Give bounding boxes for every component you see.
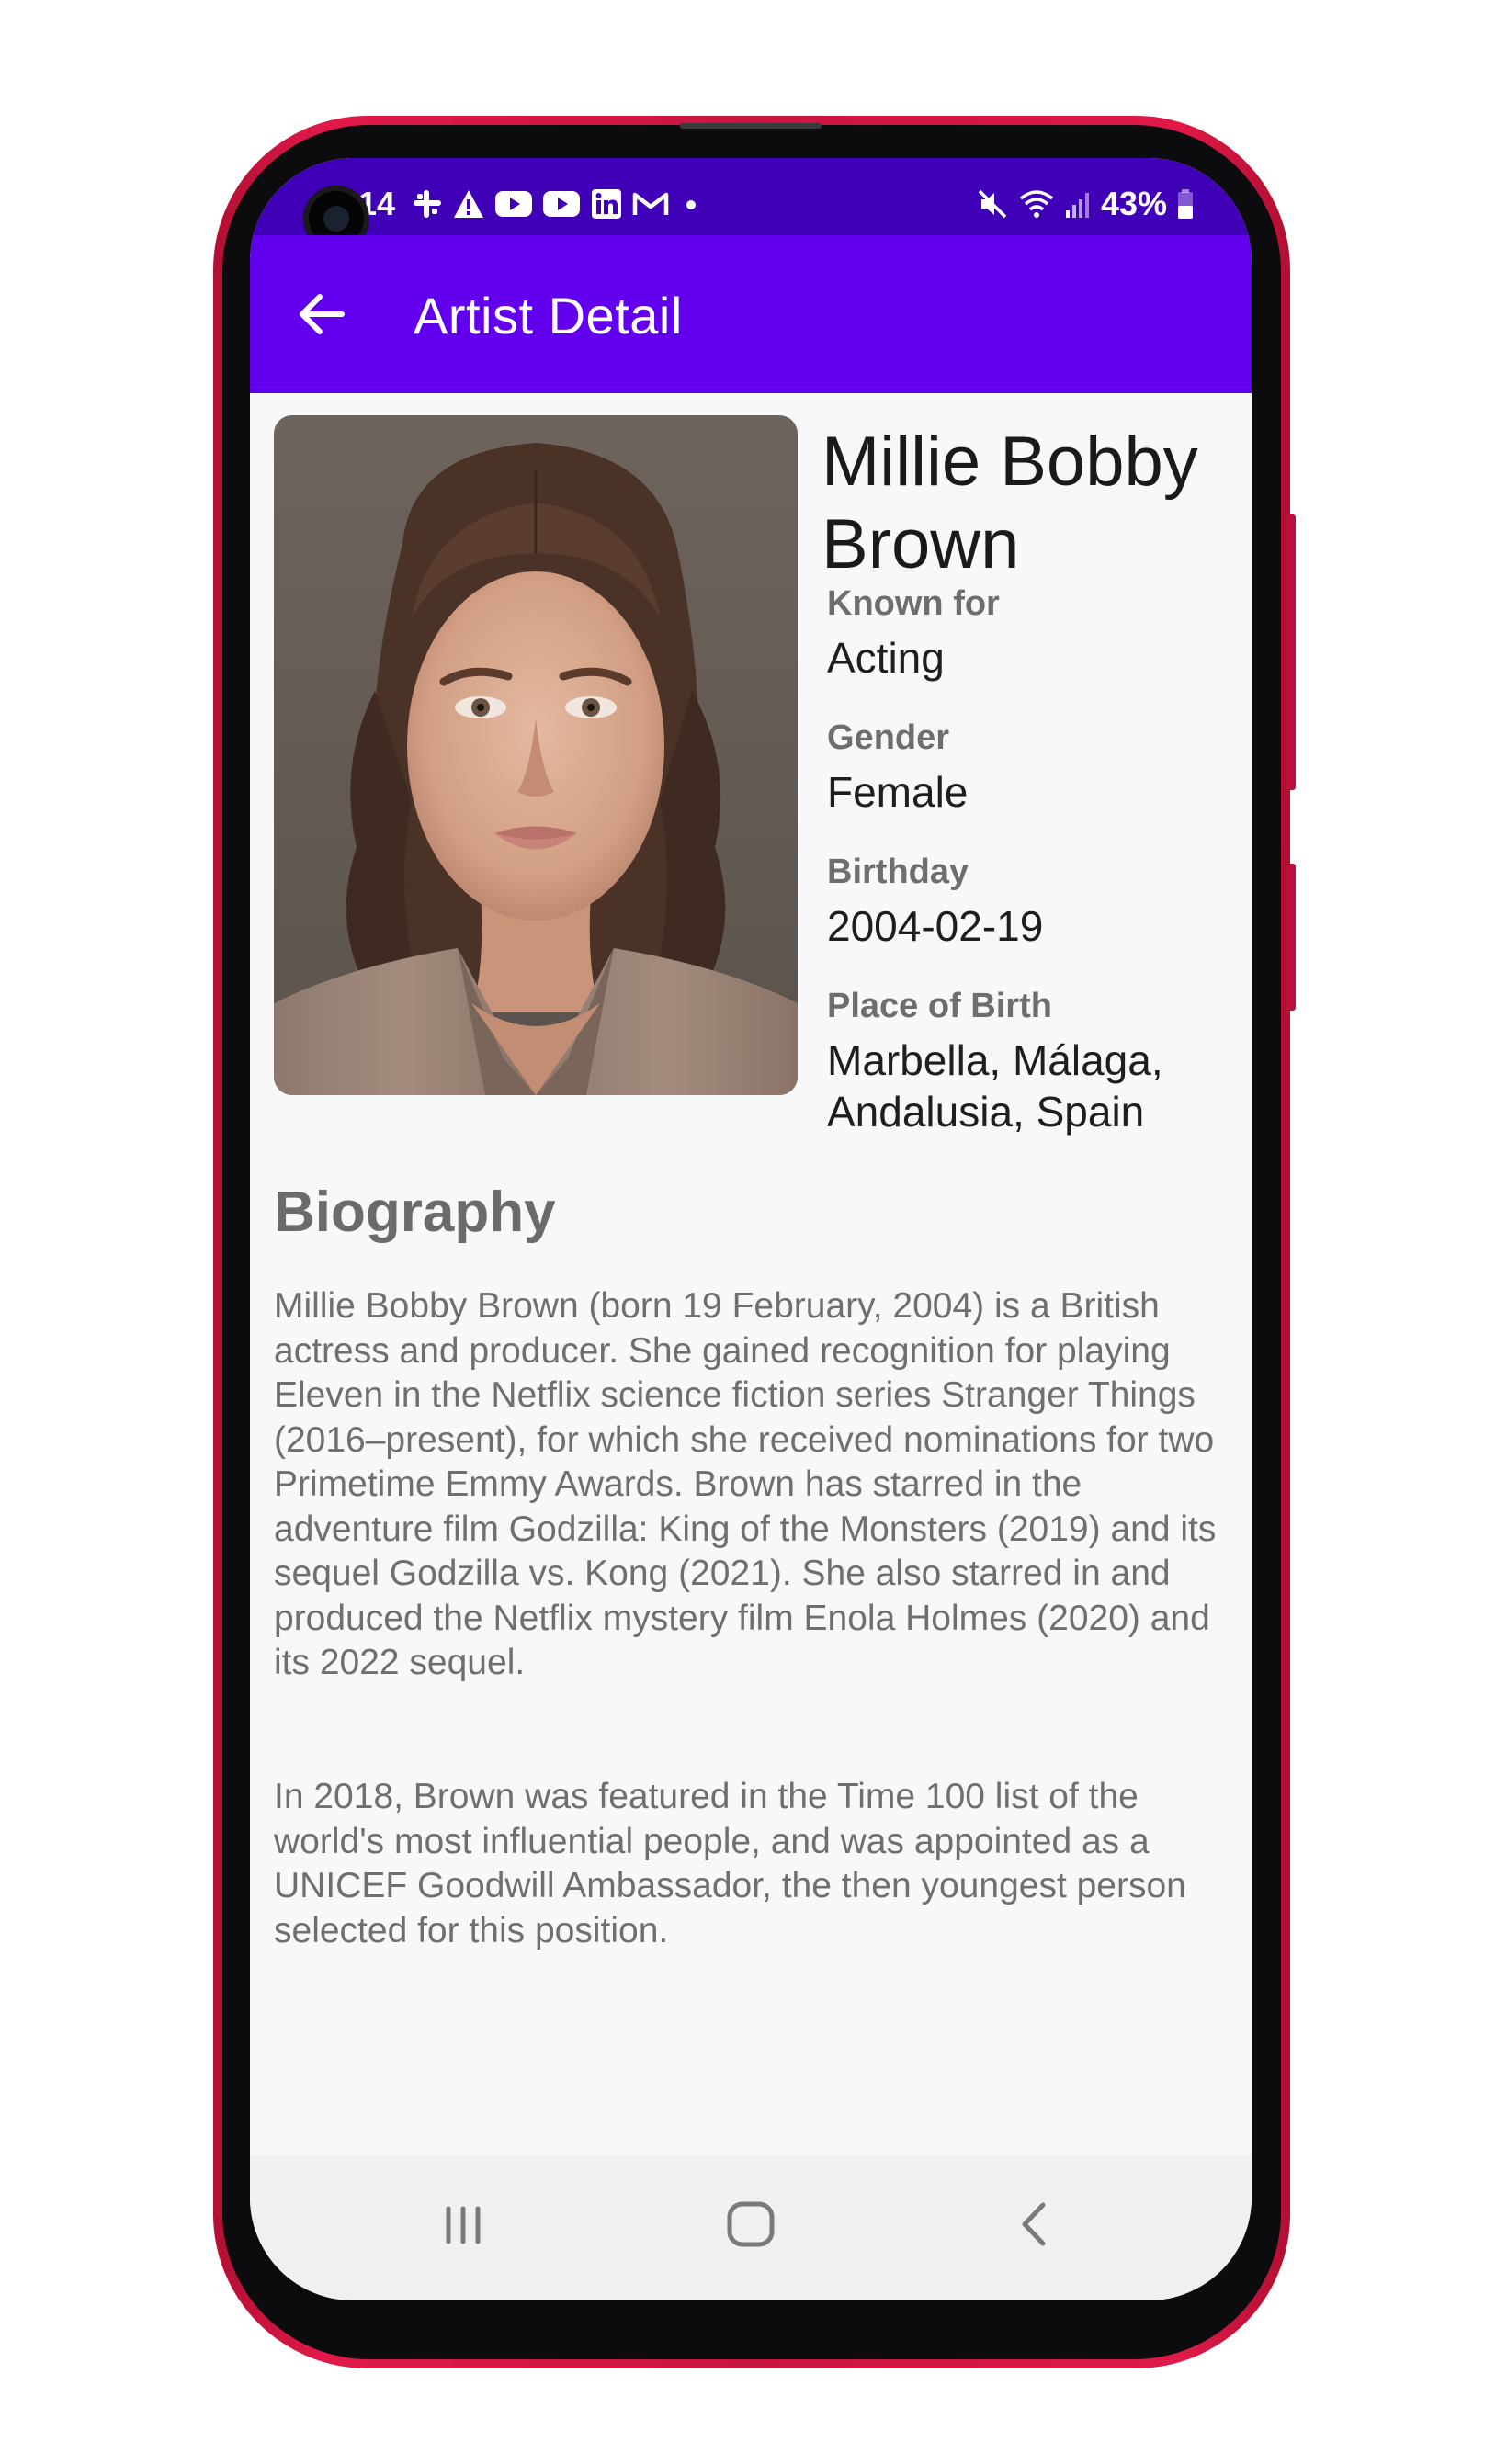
signal-icon bbox=[1065, 193, 1089, 218]
linkedin-icon bbox=[592, 189, 621, 219]
artist-name: Millie Bobby Brown bbox=[822, 423, 1198, 583]
portrait-image bbox=[274, 415, 798, 1095]
app-bar: Artist Detail bbox=[250, 235, 1252, 393]
home-icon[interactable] bbox=[714, 2192, 788, 2256]
earpiece bbox=[680, 123, 822, 129]
status-bar: 14 43% bbox=[250, 158, 1252, 252]
artist-photo bbox=[274, 415, 798, 1095]
youtube-icon bbox=[543, 191, 580, 217]
arrow-left-icon[interactable] bbox=[294, 287, 349, 342]
youtube-icon bbox=[495, 191, 532, 217]
screen: 14 43% Artist Detail Millie Bobby Brown … bbox=[250, 158, 1252, 2300]
birthday-label: Birthday bbox=[827, 853, 969, 891]
notification-dot-icon bbox=[686, 200, 696, 209]
place-of-birth-value: Marbella, Málaga, Andalusia, Spain bbox=[827, 1036, 1163, 1136]
warning-icon bbox=[454, 190, 483, 218]
notification-icons bbox=[412, 186, 704, 222]
back-icon[interactable] bbox=[999, 2192, 1072, 2256]
battery-percentage: 43% bbox=[1100, 185, 1167, 222]
page-title: Artist Detail bbox=[414, 287, 683, 345]
known-for-label: Known for bbox=[827, 584, 1000, 623]
volume-key bbox=[1286, 864, 1296, 1011]
place-of-birth-label: Place of Birth bbox=[827, 987, 1052, 1025]
navigation-bar bbox=[250, 2155, 1252, 2300]
power-key bbox=[1286, 514, 1296, 790]
gmail-icon bbox=[632, 192, 669, 215]
biography-heading: Biography bbox=[274, 1181, 556, 1244]
mute-icon bbox=[978, 189, 1007, 219]
slack-icon bbox=[414, 190, 441, 218]
camera-lens bbox=[323, 206, 349, 232]
gender-value: Female bbox=[827, 768, 969, 816]
battery-icon bbox=[1178, 189, 1193, 219]
biography-paragraph: In 2018, Brown was featured in the Time … bbox=[274, 1777, 1186, 1950]
birthday-value: 2004-02-19 bbox=[827, 902, 1044, 950]
recent-apps-icon[interactable] bbox=[426, 2192, 500, 2256]
gender-label: Gender bbox=[827, 718, 950, 757]
biography-paragraph: Millie Bobby Brown (born 19 February, 20… bbox=[274, 1286, 1217, 1682]
system-status-icons: 43% bbox=[976, 186, 1195, 222]
wifi-icon bbox=[1019, 190, 1054, 218]
known-for-value: Acting bbox=[827, 634, 945, 682]
